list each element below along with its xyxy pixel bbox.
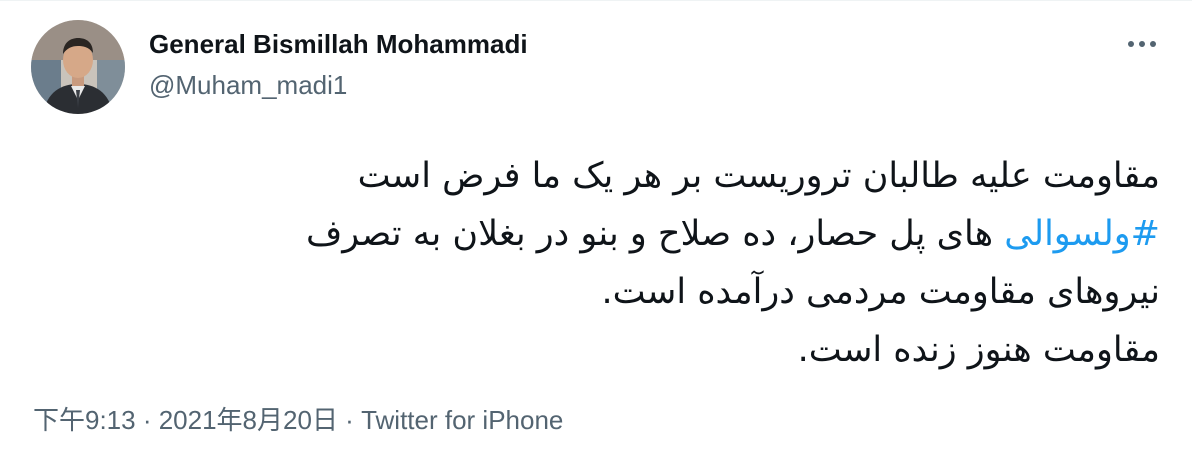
hashtag-link[interactable]: #ولسوالی (1004, 214, 1160, 254)
author-avatar[interactable] (31, 20, 125, 114)
separator: · (135, 405, 159, 435)
tweet-date: 2021年8月20日 (158, 405, 338, 435)
more-options-button[interactable] (1122, 29, 1162, 59)
tweet-metadata: 下午9:13 · 2021年8月20日 · Twitter for iPhone (33, 403, 563, 437)
tweet-line: مقاومت علیه طالبان تروریست بر هر یک ما ف… (357, 156, 1160, 196)
tweet-line: نیروهای مقاومت مردمی درآمده است. (601, 272, 1160, 312)
tweet-time: 下午9:13 (33, 405, 136, 435)
tweet-source-link[interactable]: Twitter for iPhone (361, 405, 563, 435)
author-display-name[interactable]: General Bismillah Mohammadi (149, 28, 528, 60)
tweet-card: General Bismillah Mohammadi @Muham_madi1… (0, 0, 1192, 470)
tweet-line: مقاومت هنوز زنده است. (797, 330, 1160, 370)
separator: · (337, 405, 362, 435)
author-handle[interactable]: @Muham_madi1 (149, 69, 347, 101)
tweet-timestamp[interactable]: 下午9:13 · 2021年8月20日 (33, 405, 338, 435)
more-horizontal-icon (1128, 41, 1156, 47)
tweet-text: مقاومت علیه طالبان تروریست بر هر یک ما ف… (40, 147, 1160, 379)
tweet-line: #ولسوالی های پل حصار، ده صلاح و بنو در ب… (40, 205, 1160, 263)
tweet-line-text: های پل حصار، ده صلاح و بنو در بغلان به ت… (305, 214, 1005, 254)
user-avatar-icon (31, 20, 125, 114)
